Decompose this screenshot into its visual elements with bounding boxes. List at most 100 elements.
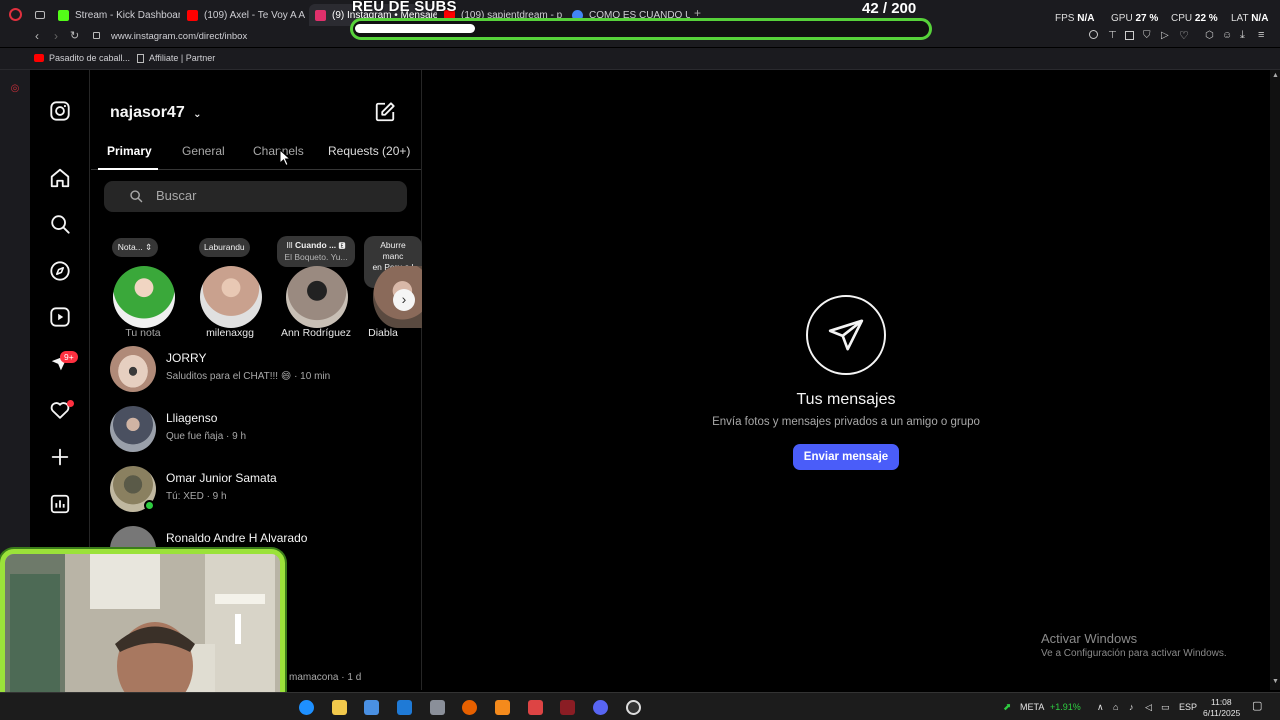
conversation-row[interactable]: JORRY Saluditos para el CHAT!!! 😄 · 10 m… [108,346,420,396]
search-box[interactable] [104,181,407,212]
page-icon [137,53,144,63]
scroll-down-icon[interactable]: ▼ [1272,678,1279,685]
snapshot-icon[interactable] [1125,31,1134,40]
reels-icon[interactable] [49,306,71,328]
notification-center-icon[interactable]: ▢ [1252,699,1262,712]
sub-goal-title: REU DE SUBS [352,0,457,15]
username-label: najasor47 [110,104,185,121]
speaker-icon[interactable]: ◁ [1145,702,1152,713]
back-icon[interactable]: ‹ [35,29,39,43]
fps-stat: FPS N/A [1055,13,1094,24]
story-name: milenaxgg [206,327,254,339]
cpu-label: CPU [1171,13,1193,24]
avatar [200,266,262,328]
chevron-icon: ⇕ [145,242,153,252]
story-name: Diabla [368,327,398,339]
new-message-icon[interactable] [374,101,396,123]
menu-icon[interactable]: ≡ [1258,29,1264,41]
dashboard-icon[interactable] [49,493,71,515]
gpu-stat: GPU 27 % [1111,13,1158,24]
conversation-row[interactable]: Omar Junior Samata Tú: XED · 9 h [108,466,420,516]
bookmark-affiliate[interactable]: Affiliate | Partner [137,53,215,63]
lock-icon [93,32,100,39]
messenger-icon [806,295,886,375]
lat-stat: LAT N/A [1231,13,1268,24]
edge-icon[interactable] [299,700,314,715]
tab-general[interactable]: General [182,144,225,158]
instagram-icon [315,9,326,21]
tab-primary[interactable]: Primary [107,144,152,158]
avatar [113,266,175,328]
app-icon[interactable] [430,700,445,715]
bookmark-label: Pasadito de caball... [49,53,131,63]
store-icon[interactable] [364,700,379,715]
tab-label: Stream - Kick Dashboard [75,9,180,21]
tab-workspaces-icon[interactable] [35,11,45,19]
scrollbar[interactable]: ▲ ▼ [1270,70,1280,690]
conversation-row[interactable]: Lliagenso Que fue ñaja · 9 h [108,406,420,456]
opera-gx-icon[interactable] [560,700,575,715]
zoom-icon[interactable] [1089,30,1098,39]
outlook-icon[interactable] [397,700,412,715]
sidebar-spacer [9,78,21,90]
opera-logo-icon[interactable] [9,8,22,21]
download-icon[interactable]: ⤓ [1240,29,1245,42]
send-message-button[interactable]: Enviar mensaje [793,444,899,470]
note-line: Aburre manc [380,240,406,261]
youtube-icon [34,54,44,62]
search-icon[interactable] [49,213,71,235]
gpu-value: 27 % [1135,13,1159,24]
cpu-value: 22 % [1194,13,1218,24]
cpu-stat: CPU 22 % [1171,13,1218,24]
explore-icon[interactable] [49,260,71,282]
tab-youtube-axel[interactable]: (109) Axel - Te Voy A Am [181,4,305,26]
chevron-down-icon: ⌄ [193,109,202,120]
conversation-preview: mamacona · 1 d [289,672,362,683]
shield-icon[interactable]: ⛉ [1143,30,1151,41]
reload-icon[interactable]: ↻ [70,29,79,42]
account-switcher[interactable]: najasor47 ⌄ [110,104,202,122]
language-indicator[interactable]: ESP [1179,702,1197,712]
heart-icon[interactable]: ♡ [1179,29,1189,42]
url-field[interactable]: www.instagram.com/direct/inbox [111,31,247,42]
search-input[interactable] [156,188,396,203]
bookmark-label: Affiliate | Partner [149,53,216,63]
pin-icon[interactable]: ⊤ [1108,30,1117,41]
vlc-icon[interactable] [495,700,510,715]
tab-requests[interactable]: Requests (20+) [328,144,410,158]
instagram-logo-icon[interactable] [49,100,71,122]
obs-icon[interactable] [626,700,641,715]
usb-icon[interactable]: ⌂ [1113,702,1118,712]
lat-value: N/A [1251,13,1269,24]
clock-date[interactable]: 6/11/2025 [1203,708,1240,718]
firefox-icon[interactable] [462,700,477,715]
note-bubble[interactable]: Laburandu [199,238,250,257]
stock-ticker[interactable]: META [1020,702,1044,712]
play-icon[interactable]: ▷ [1161,30,1169,41]
create-plus-icon[interactable] [49,446,71,468]
discord-icon[interactable] [593,700,608,715]
windows-taskbar: ⬈ META +1.91% ∧ ⌂ ♪ ◁ ▭ ESP 11:08 6/11/2… [0,692,1280,720]
conversation-name: JORRY [166,351,207,365]
tray-expand-icon[interactable]: ∧ [1097,702,1104,713]
file-explorer-icon[interactable] [332,700,347,715]
app-icon[interactable] [528,700,543,715]
lat-label: LAT [1231,13,1249,24]
music-icon: Ill [286,240,293,250]
tab-kick-dashboard[interactable]: Stream - Kick Dashboard [52,4,180,26]
scroll-up-icon[interactable]: ▲ [1272,72,1279,79]
forward-icon[interactable]: › [54,29,58,43]
activate-windows-title: Activar Windows [1041,631,1138,646]
stories-next-button[interactable]: › [393,289,415,311]
note-bubble[interactable]: Nota... ⇕ [112,238,158,257]
clock-time[interactable]: 11:08 [1211,697,1232,707]
note-bubble[interactable]: Ill Cuando ... 🅴 El Boqueto. Yu... [277,236,355,267]
note-text: Nota... [117,242,143,252]
network-icon[interactable]: ▭ [1161,702,1170,713]
tab-active-indicator [98,168,158,170]
profile-icon[interactable]: ☺ [1222,30,1232,41]
bookmark-youtube[interactable]: Pasadito de caball... [34,53,130,63]
microphone-icon[interactable]: ♪ [1129,702,1134,712]
home-icon[interactable] [49,167,71,189]
extensions-icon[interactable]: ⬡ [1205,30,1214,41]
